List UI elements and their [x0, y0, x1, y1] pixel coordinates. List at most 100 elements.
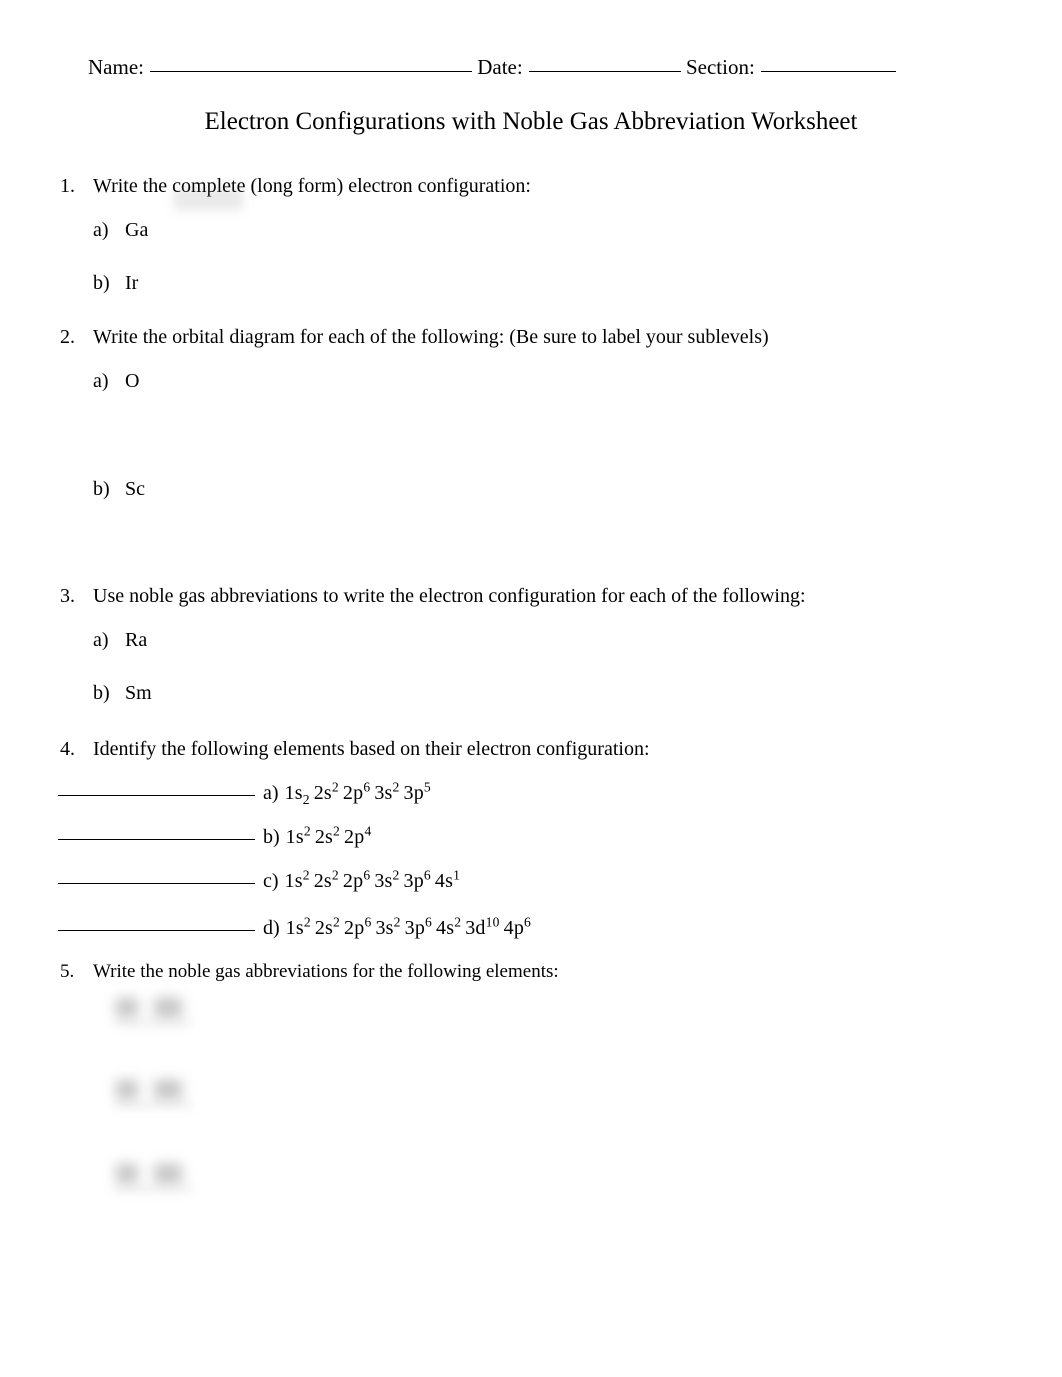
- orbital-electron-count: 2: [393, 914, 401, 930]
- orbital-term: 3s2: [374, 779, 400, 804]
- redaction-blob-tail: [114, 1102, 192, 1108]
- question-4-answer-blank-c[interactable]: [58, 883, 255, 884]
- question-1-item-a-label: Ga: [125, 219, 149, 241]
- orbital-electron-count: 5: [423, 779, 431, 795]
- orbital-term: 2p6: [342, 867, 371, 892]
- orbital-electron-count: 2: [392, 779, 400, 795]
- question-1: 1. Write the complete (long form) electro…: [60, 175, 1020, 198]
- student-info-row: Name: Date: Section:: [88, 57, 988, 78]
- orbital-term: 2s2: [313, 779, 339, 804]
- orbital-electron-count: 4: [364, 823, 372, 839]
- orbital-term: 2p6: [342, 779, 371, 804]
- question-2-text: Write the orbital diagram for each of th…: [93, 326, 769, 348]
- question-5-number: 5.: [60, 961, 75, 982]
- question-1-item-b-letter: b): [93, 272, 110, 294]
- redaction-blob: [116, 998, 138, 1017]
- orbital-term: 1s2: [285, 914, 311, 939]
- question-4-answer-blank-b[interactable]: [58, 839, 255, 840]
- question-2-number: 2.: [60, 326, 75, 348]
- orbital-term: 4s1: [434, 867, 461, 892]
- orbital-term: 3s2: [374, 867, 400, 892]
- question-5-redacted-item-2: [112, 1076, 207, 1108]
- question-4-config-d: 1s2 2s2 2p6 3s2 3p6 4s2 3d10 4p6: [285, 914, 535, 939]
- question-4-number: 4.: [60, 738, 75, 760]
- question-4-config-b: 1s2 2s2 2p4: [285, 823, 376, 848]
- question-4-answer-blank-d[interactable]: [58, 930, 255, 931]
- orbital-electron-count: 6: [363, 779, 371, 795]
- section-blank-line[interactable]: [760, 71, 896, 72]
- redaction-blob-tail: [114, 1186, 192, 1192]
- question-4-row-c: c) 1s2 2s2 2p6 3s2 3p6 4s1: [58, 867, 465, 893]
- question-5: 5. Write the noble gas abbreviations for …: [60, 961, 1020, 983]
- question-1-text-after: (long form) electron configuration:: [245, 175, 531, 197]
- orbital-electron-count: 2: [331, 779, 339, 795]
- redaction-blob: [154, 1164, 182, 1183]
- question-4-answer-blank-a[interactable]: [58, 795, 255, 796]
- orbital-electron-count: 6: [423, 867, 431, 883]
- question-1-highlight-word: complete: [172, 175, 246, 197]
- orbital-term: 1s2: [285, 823, 311, 848]
- question-3-item-b-letter: b): [93, 682, 110, 704]
- orbital-term: 2p4: [344, 823, 372, 848]
- question-2-item-a: a) O: [93, 370, 139, 393]
- orbital-electron-count: 6: [364, 914, 372, 930]
- date-label: Date:: [477, 55, 523, 79]
- redaction-blob-tail: [114, 1020, 192, 1026]
- question-3-item-a-letter: a): [93, 629, 109, 651]
- redaction-blob: [154, 998, 182, 1017]
- question-4-item-a-letter: a): [263, 782, 279, 804]
- orbital-electron-count: 2: [333, 823, 341, 839]
- date-blank-line[interactable]: [528, 71, 681, 72]
- question-4-row-a: a) 1s2 2s2 2p6 3s2 3p5: [58, 779, 435, 807]
- question-2-item-a-label: O: [125, 370, 140, 392]
- question-4-item-b-letter: b): [263, 826, 280, 848]
- question-2-item-b-label: Sc: [125, 478, 145, 500]
- question-3-item-a: a) Ra: [93, 629, 147, 652]
- question-4-item-c-letter: c): [263, 870, 279, 892]
- question-1-item-b-label: Ir: [125, 272, 139, 294]
- orbital-electron-count: 2: [454, 914, 462, 930]
- redaction-blob: [116, 1080, 138, 1099]
- orbital-term: 3s2: [375, 914, 401, 939]
- question-2: 2. Write the orbital diagram for each of …: [60, 326, 1020, 349]
- orbital-electron-count: 6: [425, 914, 433, 930]
- question-4-config-c: 1s2 2s2 2p6 3s2 3p6 4s1: [284, 867, 465, 892]
- orbital-electron-count: 2: [302, 792, 310, 807]
- page-title: Electron Configurations with Noble Gas A…: [204, 108, 858, 135]
- question-3-number: 3.: [60, 585, 75, 607]
- orbital-electron-count: 6: [363, 867, 371, 883]
- section-label: Section:: [685, 55, 755, 79]
- orbital-term: 4s2: [436, 914, 462, 939]
- orbital-term: 3d10: [465, 914, 500, 939]
- orbital-electron-count: 2: [333, 914, 341, 930]
- question-4: 4. Identify the following elements based …: [60, 738, 1020, 761]
- question-3-item-b: b) Sm: [93, 682, 152, 705]
- question-1-text-before: Write the: [93, 175, 173, 197]
- question-3: 3. Use noble gas abbreviations to write t…: [60, 585, 1020, 608]
- question-2-item-b: b) Sc: [93, 478, 145, 501]
- question-4-item-d-letter: d): [263, 917, 280, 939]
- question-4-row-d: d) 1s2 2s2 2p6 3s2 3p6 4s2 3d10 4p6: [58, 914, 535, 940]
- orbital-term: 4p6: [503, 914, 532, 939]
- name-label: Name:: [88, 55, 144, 79]
- redaction-blob: [116, 1164, 138, 1183]
- question-2-item-b-letter: b): [93, 478, 110, 500]
- question-4-text: Identify the following elements based on…: [93, 738, 650, 760]
- worksheet-page: Name: Date: Section: Electron Configurat…: [0, 0, 1062, 1377]
- question-3-text: Use noble gas abbreviations to write the…: [93, 585, 806, 607]
- orbital-term: 3p6: [404, 914, 433, 939]
- orbital-term: 1s2: [284, 867, 310, 892]
- question-4-row-b: b) 1s2 2s2 2p4: [58, 823, 376, 849]
- question-1-item-a-letter: a): [93, 219, 109, 241]
- question-5-redacted-item-3: [112, 1160, 207, 1192]
- orbital-term: 2p6: [344, 914, 372, 939]
- orbital-electron-count: 2: [331, 867, 339, 883]
- orbital-electron-count: 2: [303, 914, 311, 930]
- orbital-electron-count: 2: [392, 867, 400, 883]
- orbital-term: 1s2: [284, 782, 310, 807]
- question-5-redacted-item-1: [112, 994, 207, 1026]
- question-1-number: 1.: [60, 175, 75, 197]
- name-blank-line[interactable]: [149, 71, 472, 72]
- question-1-item-b: b) Ir: [93, 272, 138, 295]
- orbital-term: 2s2: [314, 914, 341, 939]
